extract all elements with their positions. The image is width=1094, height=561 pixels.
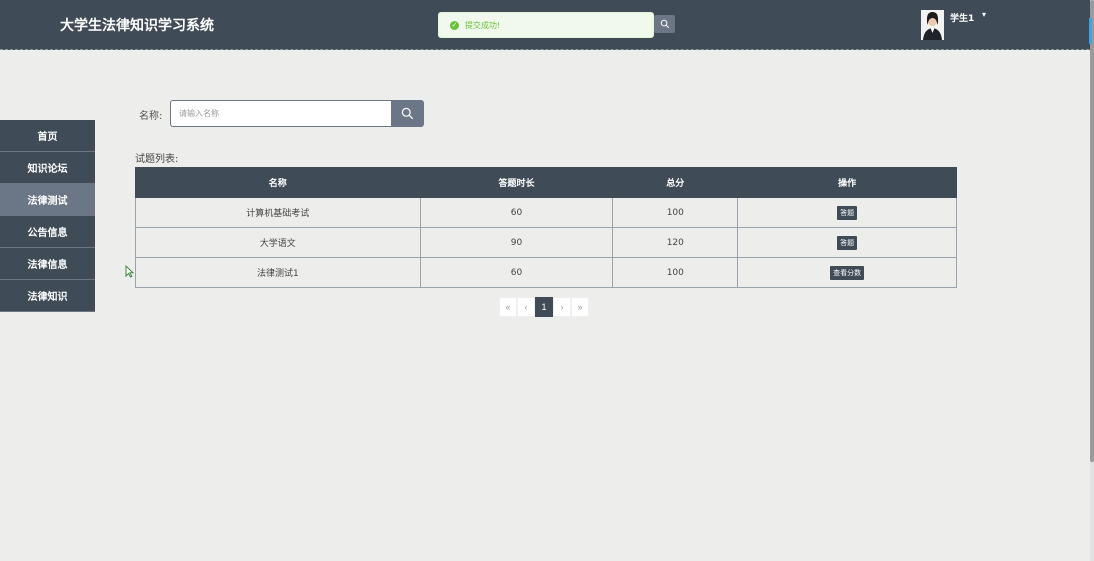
view-score-button[interactable]: 查看分数 [830, 265, 865, 280]
cell-duration: 60 [419, 257, 614, 288]
page-prev-button[interactable]: ‹ [517, 297, 535, 317]
answer-button[interactable]: 答题 [837, 235, 858, 250]
cell-action: 查看分数 [737, 257, 957, 288]
sidebar-nav: 首页 知识论坛 法律测试 公告信息 法律信息 法律知识 [0, 120, 95, 312]
search-input[interactable] [170, 100, 392, 127]
success-toast: ✓ 提交成功! [438, 12, 654, 38]
sidebar-item-notices[interactable]: 公告信息 [0, 216, 95, 248]
search-icon [401, 107, 414, 120]
toast-message: 提交成功! [465, 20, 501, 30]
avatar[interactable] [921, 10, 944, 40]
header-search-button[interactable] [654, 15, 675, 33]
cell-duration: 60 [419, 197, 614, 228]
cell-name: 法律测试1 [135, 257, 421, 288]
cell-total: 100 [612, 197, 739, 228]
search-label: 名称: [139, 111, 163, 122]
answer-button[interactable]: 答题 [837, 205, 858, 220]
sidebar-item-law-info[interactable]: 法律信息 [0, 248, 95, 280]
page-scrollbar[interactable] [1090, 0, 1094, 561]
scroll-indicator [1089, 18, 1092, 44]
cell-name: 大学语文 [135, 227, 421, 258]
cell-total: 120 [612, 227, 739, 258]
sidebar-item-home[interactable]: 首页 [0, 120, 95, 152]
sidebar-item-law-test[interactable]: 法律测试 [0, 184, 95, 216]
column-header-action: 操作 [737, 167, 957, 198]
scrollbar-thumb[interactable] [1090, 0, 1094, 462]
search-icon [660, 19, 669, 29]
check-circle-icon: ✓ [450, 20, 459, 30]
page-last-button[interactable]: » [571, 297, 589, 317]
user-name[interactable]: 学生1 [950, 11, 974, 24]
cell-total: 100 [612, 257, 739, 288]
pagination: « ‹ 1 › » [499, 297, 589, 317]
table-row: 大学语文 90 120 答题 [135, 227, 957, 258]
sidebar-item-law-knowledge[interactable]: 法律知识 [0, 280, 95, 312]
cell-name: 计算机基础考试 [135, 197, 421, 228]
page-next-button[interactable]: › [553, 297, 571, 317]
search-button[interactable] [391, 100, 424, 127]
table-row: 法律测试1 60 100 查看分数 [135, 257, 957, 288]
column-header-name: 名称 [135, 167, 421, 198]
top-header: 大学生法律知识学习系统 ✓ 提交成功! 学生1 ▾ [0, 0, 1094, 50]
exam-table: 名称 答题时长 总分 操作 计算机基础考试 60 100 答题 大学语文 90 … [135, 167, 957, 288]
column-header-duration: 答题时长 [419, 167, 614, 198]
page-current[interactable]: 1 [535, 297, 553, 317]
table-row: 计算机基础考试 60 100 答题 [135, 197, 957, 228]
cell-action: 答题 [737, 197, 957, 228]
site-title: 大学生法律知识学习系统 [60, 18, 214, 34]
column-header-total: 总分 [612, 167, 739, 198]
cell-duration: 90 [419, 227, 614, 258]
chevron-down-icon[interactable]: ▾ [982, 10, 986, 19]
table-header-row: 名称 答题时长 总分 操作 [135, 167, 957, 198]
page-first-button[interactable]: « [499, 297, 517, 317]
list-caption: 试题列表: [135, 154, 179, 165]
cursor-icon [125, 265, 134, 278]
sidebar-item-forum[interactable]: 知识论坛 [0, 152, 95, 184]
cell-action: 答题 [737, 227, 957, 258]
